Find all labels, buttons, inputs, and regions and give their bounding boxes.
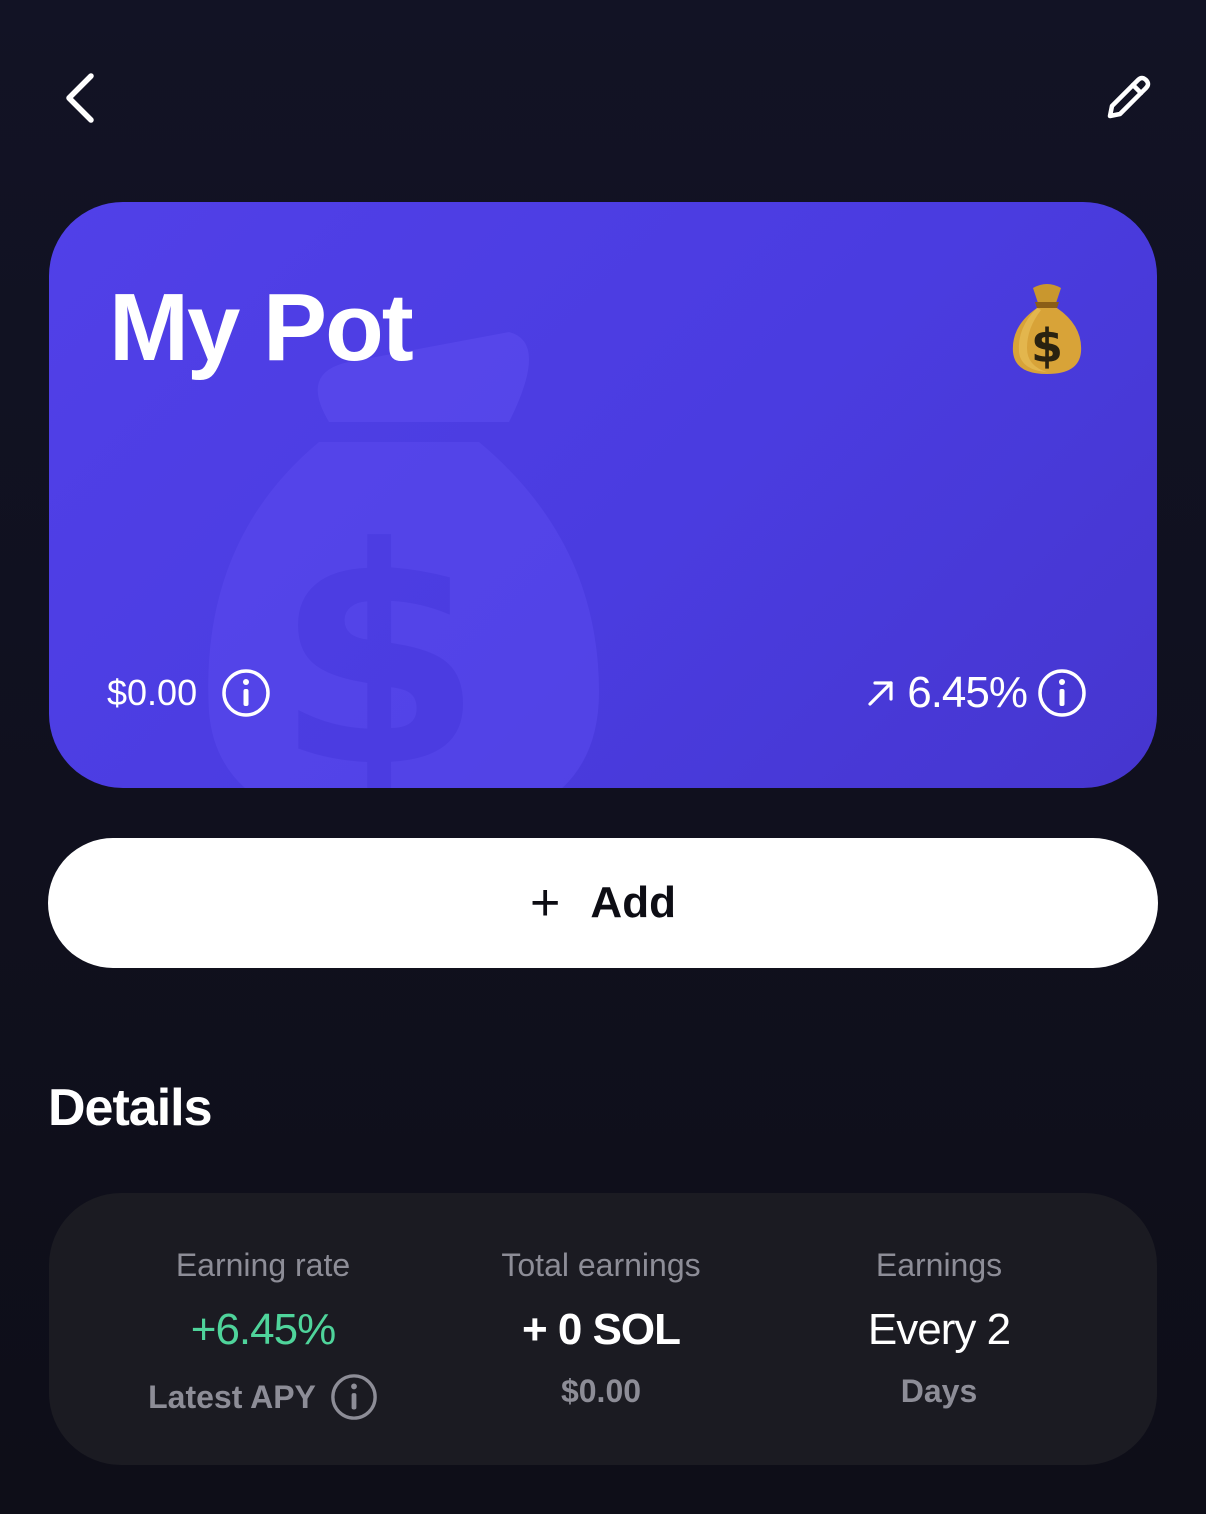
apy-info-icon[interactable]: [330, 1373, 378, 1421]
pot-title: My Pot: [109, 274, 414, 381]
top-bar: [0, 0, 1206, 200]
total-earnings-value: + 0 SOL: [521, 1305, 681, 1354]
earnings-frequency-value: Every 2: [867, 1305, 1011, 1354]
rate-value: 6.45%: [907, 668, 1028, 717]
earnings-frequency-stat: Earnings Every 2 Days: [789, 1193, 1089, 1465]
total-earnings-label: Total earnings: [501, 1247, 701, 1283]
balance-amount: $0.00: [107, 672, 198, 713]
edit-button[interactable]: [1096, 66, 1160, 130]
add-button-label: Add: [590, 878, 676, 927]
add-button[interactable]: + Add: [48, 838, 1158, 968]
details-heading: Details: [48, 1079, 213, 1137]
balance-info-icon[interactable]: [221, 668, 271, 718]
rate-row: 6.45%: [865, 668, 1087, 718]
earning-rate-stat: Earning rate +6.45% Latest APY: [113, 1193, 413, 1465]
svg-text:$: $: [1031, 319, 1063, 373]
total-earnings-usd: $0.00: [560, 1373, 642, 1409]
pencil-icon: [1107, 75, 1151, 119]
total-earnings-stat: Total earnings + 0 SOL $0.00: [451, 1193, 751, 1465]
earning-rate-value: +6.45%: [190, 1305, 336, 1354]
balance-row: $0.00: [107, 668, 271, 718]
chevron-left-icon: [66, 73, 94, 123]
earning-rate-label: Earning rate: [175, 1247, 351, 1283]
back-button[interactable]: [50, 66, 110, 130]
svg-text:$: $: [275, 484, 484, 788]
latest-apy-row: Latest APY: [113, 1373, 413, 1421]
latest-apy-label: Latest APY: [148, 1378, 316, 1415]
plus-icon: +: [530, 874, 561, 932]
details-card: Earning rate +6.45% Latest APY Total ear…: [49, 1193, 1157, 1465]
rate-info-icon[interactable]: [1037, 668, 1087, 718]
earnings-frequency-label: Earnings: [875, 1247, 1003, 1283]
money-bag-icon: $: [1012, 284, 1082, 374]
earnings-frequency-unit: Days: [900, 1373, 978, 1409]
arrow-up-right-icon: [868, 681, 893, 706]
pot-detail-screen: $ My Pot $ $0.00 6.45% + Add Details Ear…: [0, 0, 1206, 1514]
pot-card[interactable]: $ My Pot $ $0.00 6.45%: [49, 202, 1157, 788]
